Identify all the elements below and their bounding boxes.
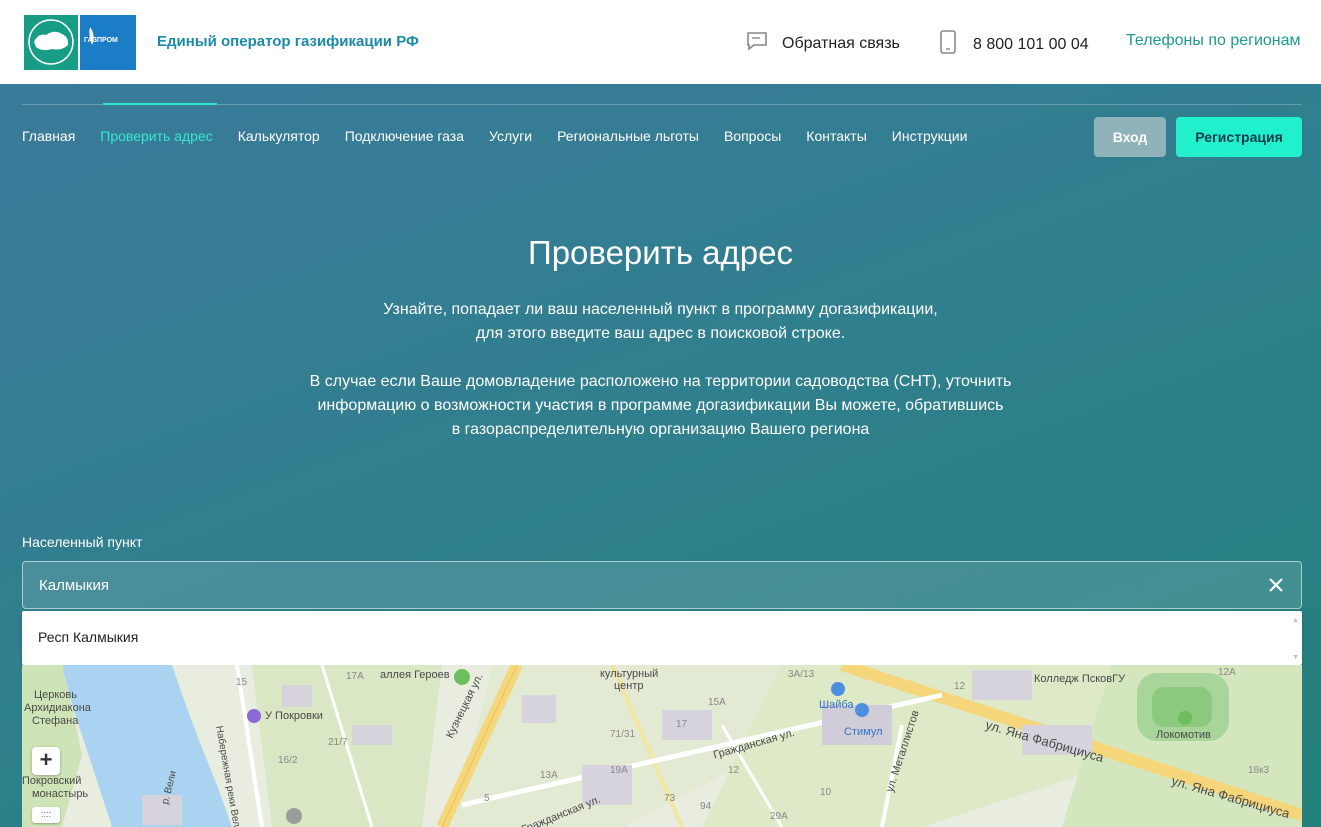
map-building-number: 21/7	[328, 737, 348, 748]
address-map[interactable]: Церковь Архидиакона Стефана У Покровки а…	[22, 665, 1302, 827]
map-label: Покровский	[22, 775, 82, 787]
map-label: центр	[614, 680, 644, 692]
nav-item-regional-benefits[interactable]: Региональные льготы	[557, 128, 699, 144]
gazprom-logo-text: ГАЗПРОМ	[84, 37, 118, 44]
map-building-number: 12	[954, 681, 966, 692]
scroll-down-icon[interactable]: ▼	[1292, 654, 1299, 661]
phone-number: 8 800 101 00 04	[973, 35, 1089, 53]
main-nav: Главная Проверить адрес Калькулятор Подк…	[22, 128, 992, 144]
map-building-number: 13A	[540, 770, 558, 781]
login-button[interactable]: Вход	[1094, 117, 1166, 157]
map-building-number: 5	[484, 793, 490, 804]
nav-item-contacts[interactable]: Контакты	[806, 128, 866, 144]
map-building-number: 15A	[708, 697, 726, 708]
phone-link[interactable]: 8 800 101 00 04	[939, 30, 1089, 59]
snt-note-line: В случае если Ваше домовладение располож…	[309, 373, 1012, 390]
map-building-number: 71/31	[610, 729, 636, 740]
map-label: монастырь	[32, 788, 89, 800]
map-canvas	[22, 665, 1302, 827]
map-building-number: 12	[728, 765, 740, 776]
locality-search-input[interactable]	[22, 561, 1302, 609]
map-label: Локомотив	[1156, 729, 1211, 741]
chat-icon	[746, 30, 768, 57]
brand-name[interactable]: Единый оператор газификации РФ	[157, 33, 419, 50]
map-label: культурный	[600, 668, 659, 680]
locality-label: Населенный пункт	[22, 534, 143, 550]
map-zoom-in-button[interactable]: +	[32, 747, 60, 775]
map-building-number: 73	[664, 793, 676, 804]
map-label: Шайба	[819, 699, 854, 711]
site-header: ГАЗПРОМ Единый оператор газификации РФ О…	[0, 0, 1321, 84]
feedback-label: Обратная связь	[782, 34, 900, 52]
map-label: Стимул	[844, 726, 883, 738]
register-button[interactable]: Регистрация	[1176, 117, 1302, 157]
snt-note-line: информацию о возможности участия в прогр…	[317, 397, 1004, 414]
map-building-number: 17A	[346, 671, 364, 682]
nav-active-indicator	[103, 103, 217, 105]
snt-note: В случае если Ваше домовладение располож…	[0, 370, 1321, 442]
feedback-link[interactable]: Обратная связь	[746, 30, 900, 57]
suggestion-item[interactable]: Респ Калмыкия	[38, 629, 138, 645]
gasification-logo[interactable]	[24, 15, 78, 70]
map-drag-handle[interactable]: ::::	[32, 807, 60, 823]
nav-item-services[interactable]: Услуги	[489, 128, 532, 144]
nav-item-gas-connection[interactable]: Подключение газа	[345, 128, 464, 144]
map-label: аллея Героев	[380, 669, 450, 681]
page-title: Проверить адрес	[527, 234, 793, 271]
map-building-number: 12A	[1218, 667, 1236, 678]
map-building-number: 10	[820, 787, 832, 798]
nav-item-calculator[interactable]: Калькулятор	[238, 128, 320, 144]
map-building-number: 19A	[610, 765, 628, 776]
suggestions-dropdown: Респ Калмыкия ▲ ▼	[22, 611, 1302, 665]
close-icon[interactable]	[1264, 573, 1288, 597]
intro-line: для этого введите ваш адрес в поисковой …	[475, 325, 846, 342]
map-building-number: 15	[236, 677, 248, 688]
map-label: Стефана	[32, 715, 79, 727]
map-building-number: 18к3	[1248, 765, 1270, 776]
nav-item-questions[interactable]: Вопросы	[724, 128, 781, 144]
intro-text: Узнайте, попадает ли ваш населенный пунк…	[0, 298, 1321, 346]
map-building-number: 16/2	[278, 755, 298, 766]
scroll-up-icon[interactable]: ▲	[1292, 617, 1299, 624]
nav-item-home[interactable]: Главная	[22, 128, 75, 144]
intro-line: Узнайте, попадает ли ваш населенный пунк…	[383, 301, 938, 318]
map-building-number: 94	[700, 801, 712, 812]
map-building-number: 3A/13	[788, 669, 815, 680]
nav-item-check-address[interactable]: Проверить адрес	[100, 128, 212, 144]
regional-phones-link[interactable]: Телефоны по регионам	[1126, 32, 1301, 50]
map-label: Колледж ПсковГУ	[1034, 673, 1126, 685]
map-label: Церковь	[34, 689, 78, 701]
map-building-number: 29A	[770, 811, 788, 822]
gazprom-logo[interactable]: ГАЗПРОМ	[80, 15, 136, 70]
nav-item-instructions[interactable]: Инструкции	[892, 128, 968, 144]
map-label: Архидиакона	[24, 702, 91, 714]
phone-icon	[939, 30, 957, 59]
map-building-number: 17	[676, 719, 688, 730]
snt-note-line: в газораспределительную организацию Ваше…	[451, 421, 870, 438]
hero-section: Главная Проверить адрес Калькулятор Подк…	[0, 84, 1321, 827]
map-label: У Покровки	[265, 710, 323, 722]
